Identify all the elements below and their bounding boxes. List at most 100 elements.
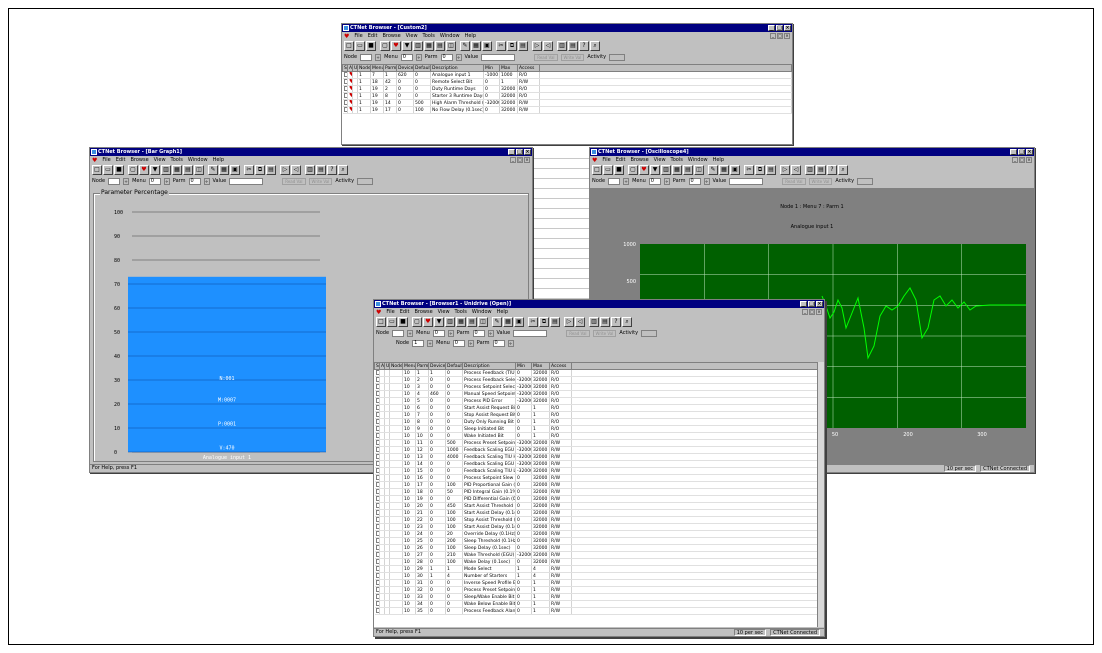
find-icon[interactable]: ⌕ [622, 317, 632, 327]
bargraph-titlebar[interactable]: CTNet Browser - [Bar Graph1] _ □ × [90, 148, 532, 156]
row-select[interactable] [374, 558, 380, 566]
row-checkbox[interactable] [343, 100, 347, 105]
minimize-button[interactable]: _ [800, 301, 807, 307]
open-icon[interactable]: ▭ [387, 317, 397, 327]
grid-icon[interactable]: ▦ [456, 317, 466, 327]
edit-icon[interactable]: ✎ [492, 317, 502, 327]
table-row[interactable]: ♥119800Starter 3 Runtime Days032000R/O [342, 92, 792, 100]
column-header[interactable]: A [347, 64, 353, 72]
parm-spinner[interactable]: ÷ [455, 53, 462, 61]
menu-spinner[interactable]: ÷ [447, 329, 454, 337]
node-field[interactable] [360, 53, 373, 61]
row-checkbox[interactable] [375, 475, 379, 480]
table-row[interactable]: ♥ 119140500High Alarm Threshold (EGU)-320… [342, 99, 792, 107]
tile-icon[interactable]: ▥ [805, 165, 815, 175]
table-row[interactable]: 10 8 0 0 Duty Only Running Bit 0 1 R/O [374, 418, 818, 426]
row-select[interactable] [374, 446, 380, 454]
read-icon[interactable]: ▷ [532, 41, 542, 51]
value-field[interactable] [229, 177, 264, 185]
edit-icon[interactable]: ✎ [460, 41, 470, 51]
mdi-restore-button[interactable]: □ [809, 309, 815, 315]
edit-icon[interactable]: ✎ [208, 165, 218, 175]
column-header[interactable]: U [352, 64, 358, 72]
parm-field[interactable]: 0 [188, 177, 201, 185]
row-checkbox[interactable] [375, 370, 379, 375]
menu-window[interactable]: Window [688, 157, 708, 163]
save-icon[interactable]: ■ [114, 165, 124, 175]
parm-field[interactable]: 0 [440, 53, 453, 61]
table-row[interactable]: 101500Feedback Scaling TIU Low ..-320003… [374, 467, 818, 475]
row-checkbox[interactable] [375, 426, 379, 431]
row-select[interactable] [374, 439, 380, 447]
parm-field[interactable]: 0 [472, 329, 485, 337]
paste-icon[interactable]: ▤ [550, 317, 560, 327]
copy-icon[interactable]: ⧉ [507, 41, 517, 51]
parm-spinner[interactable]: ÷ [203, 177, 210, 185]
save-icon[interactable]: ■ [366, 41, 376, 51]
column-header[interactable]: Description [430, 64, 484, 72]
parm-spinner[interactable]: ÷ [487, 329, 494, 337]
filter-icon[interactable]: ▼ [402, 41, 412, 51]
row-select[interactable] [374, 523, 380, 531]
menu-window[interactable]: Window [440, 33, 460, 39]
column-header[interactable]: Min [483, 64, 500, 72]
table-row[interactable]: 10 34 0 0 Wake Below Enable Bit 0 1 R/W [374, 600, 818, 608]
menu-edit[interactable]: Edit [616, 157, 626, 163]
table-row[interactable]: 10 1 1 0 Process Feedback (TIU) 0 32000 R/O [374, 369, 818, 377]
read-icon[interactable]: ▷ [564, 317, 574, 327]
table-row[interactable]: 10 9 0 0 Sleep Initiated Bit 0 1 R/O [374, 425, 818, 433]
column-header[interactable]: A [379, 362, 385, 370]
table-row[interactable]: 10 30 1 4 Number of Starters 1 4 R/W [374, 572, 818, 580]
row-checkbox[interactable] [375, 468, 379, 473]
new-icon[interactable]: □ [592, 165, 602, 175]
custom2-titlebar[interactable]: CTNet Browser - [Custom2] _ □ × [342, 24, 792, 32]
row-select[interactable] [374, 467, 380, 475]
menu-spinner[interactable]: ÷ [163, 177, 170, 185]
table-row[interactable]: 10230100Start Assist Delay (0.1sec)03200… [374, 523, 818, 531]
table-row[interactable]: 1044600Manual Speed Setpoint Sele..-3200… [374, 390, 818, 398]
column-header[interactable]: Menu [402, 362, 416, 370]
row-select[interactable] [374, 579, 380, 587]
filter-icon[interactable]: ▼ [434, 317, 444, 327]
row-checkbox[interactable] [375, 503, 379, 508]
menu-filter-field[interactable]: 0 [452, 339, 465, 347]
row-checkbox[interactable] [375, 384, 379, 389]
paste-icon[interactable]: ▤ [266, 165, 276, 175]
mdi-restore-button[interactable]: □ [517, 157, 523, 163]
write-icon[interactable]: ◁ [291, 165, 301, 175]
print-icon[interactable]: ▣ [514, 317, 524, 327]
column-header[interactable]: Default [413, 64, 431, 72]
paste-icon[interactable]: ▤ [518, 41, 528, 51]
node-spinner[interactable]: ÷ [407, 329, 414, 337]
mdi-minimize-button[interactable]: _ [770, 33, 776, 39]
table-row[interactable]: 10 24 0 20 Override Delay (0.1Hz) 0 32000 R/W [374, 530, 818, 538]
write-icon[interactable]: ◁ [575, 317, 585, 327]
row-select[interactable] [374, 600, 380, 608]
bar-icon[interactable]: ▤ [467, 317, 477, 327]
table-row[interactable]: 101600Process Setpoint Slew Rate (032000… [374, 474, 818, 482]
table-row[interactable]: 10 6 0 0 Start Assist Request Bit 0 1 R/O [374, 404, 818, 412]
tile-icon[interactable]: ▥ [557, 41, 567, 51]
row-checkbox[interactable] [375, 377, 379, 382]
scope-icon[interactable]: ◫ [194, 165, 204, 175]
maximize-button[interactable]: □ [516, 149, 523, 155]
connect-icon[interactable]: ▢ [412, 317, 422, 327]
menu-help[interactable]: Help [713, 157, 724, 163]
row-select[interactable] [374, 453, 380, 461]
node-field[interactable] [608, 177, 621, 185]
row-select[interactable] [342, 92, 348, 100]
row-select[interactable] [374, 509, 380, 517]
table-row[interactable]: 10 29 1 1 Mode Select 1 4 R/W [374, 565, 818, 573]
row-checkbox[interactable] [375, 440, 379, 445]
row-checkbox[interactable] [375, 573, 379, 578]
row-checkbox[interactable] [375, 559, 379, 564]
menu-window[interactable]: Window [472, 309, 492, 315]
chart-icon[interactable]: ▥ [445, 317, 455, 327]
tile-icon[interactable]: ▥ [589, 317, 599, 327]
row-checkbox[interactable] [375, 538, 379, 543]
menu-view[interactable]: View [154, 157, 166, 163]
menu-browse[interactable]: Browse [630, 157, 648, 163]
row-checkbox[interactable] [375, 391, 379, 396]
connect-icon[interactable]: ▢ [628, 165, 638, 175]
menu-browse[interactable]: Browse [414, 309, 432, 315]
